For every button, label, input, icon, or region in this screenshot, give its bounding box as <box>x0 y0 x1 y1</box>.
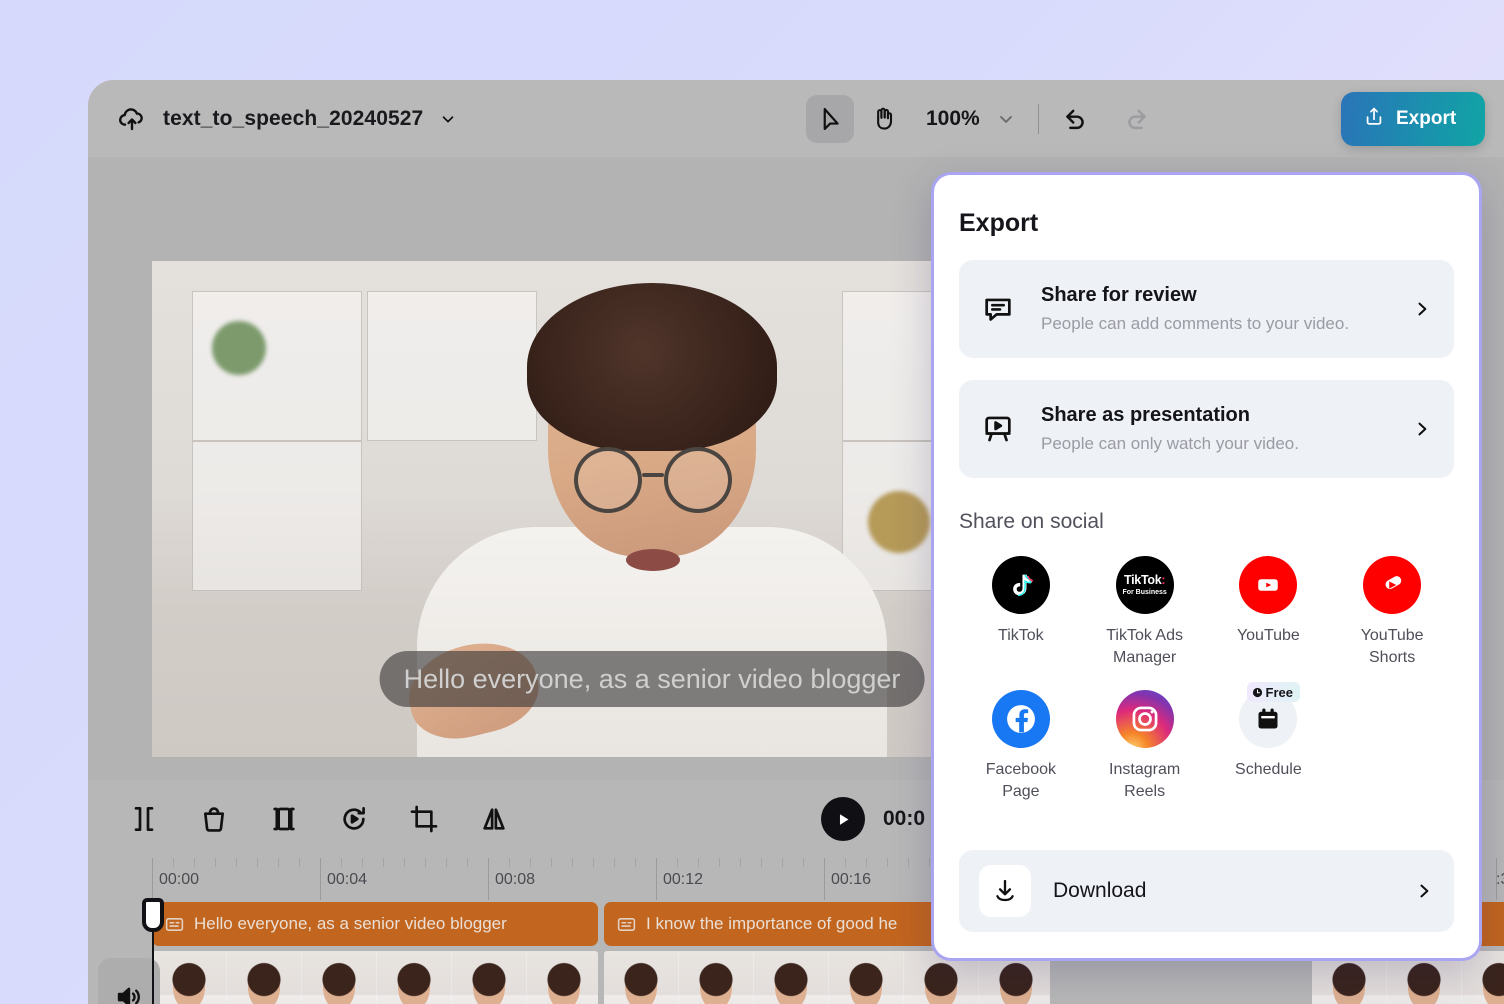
free-badge-label: Free <box>1265 684 1293 700</box>
flip-icon[interactable] <box>478 803 510 835</box>
tiktok-icon <box>991 556 1050 614</box>
download-option[interactable]: Download <box>959 850 1454 932</box>
chevron-down-icon[interactable] <box>439 110 457 128</box>
social-item-schedule[interactable]: Free Schedule <box>1207 682 1331 802</box>
social-item-youtube[interactable]: YouTube <box>1207 556 1331 668</box>
social-label: YouTube Shorts <box>1360 627 1424 666</box>
text-clip[interactable]: Hello everyone, as a senior video blogge… <box>152 902 598 946</box>
youtube-shorts-icon <box>1363 556 1422 614</box>
text-clip-label: I know the importance of good he <box>646 914 898 933</box>
download-icon <box>979 865 1031 917</box>
caption-icon <box>164 914 185 935</box>
crop-icon[interactable] <box>408 803 440 835</box>
option-title: Share for review <box>1041 284 1197 306</box>
chevron-down-icon[interactable] <box>996 109 1016 129</box>
export-button-label: Export <box>1396 107 1457 129</box>
social-item-tiktok[interactable]: TikTok <box>959 556 1083 668</box>
play-button[interactable] <box>821 797 865 841</box>
social-item-instagram-reels[interactable]: Instagram Reels <box>1083 690 1207 802</box>
hand-pan-icon[interactable] <box>860 95 908 143</box>
instagram-icon <box>1115 690 1174 749</box>
playhead-handle[interactable] <box>142 898 164 932</box>
chevron-right-icon[interactable] <box>1412 299 1432 319</box>
social-label: TikTok Ads Manager <box>1106 627 1183 666</box>
duplicate-icon[interactable] <box>268 803 300 835</box>
transport-controls: 00:0 <box>821 797 925 841</box>
chevron-right-icon[interactable] <box>1412 419 1432 439</box>
tiktok-ads-manager-icon: TikTok: For Business <box>1115 556 1174 614</box>
social-label: TikTok <box>998 627 1044 644</box>
social-item-facebook-page[interactable]: Facebook Page <box>959 690 1083 802</box>
social-label: Facebook Page <box>985 761 1056 800</box>
share-for-review-option[interactable]: Share for review People can add comments… <box>959 260 1454 358</box>
ruler-label: 00:16 <box>831 871 872 888</box>
ruler-label: 00:08 <box>495 871 536 888</box>
caption-icon <box>616 914 637 935</box>
ruler-label: :3 <box>1496 871 1504 888</box>
split-icon[interactable] <box>128 803 160 835</box>
share-on-social-heading: Share on social <box>959 510 1104 533</box>
canvas-tool-group: 100% <box>806 94 1151 143</box>
video-clip[interactable] <box>152 951 598 1004</box>
video-caption-overlay: Hello everyone, as a senior video blogge… <box>379 651 925 707</box>
social-label: Instagram Reels <box>1109 761 1181 800</box>
share-as-presentation-option[interactable]: Share as presentation People can only wa… <box>959 380 1454 478</box>
ruler-label: 00:00 <box>159 871 200 888</box>
free-badge: Free <box>1246 682 1300 703</box>
undo-icon[interactable] <box>1061 105 1089 133</box>
export-panel: Export Share for review People can add c… <box>931 172 1482 961</box>
option-subtitle: People can only watch your video. <box>1041 434 1299 453</box>
toolbar-divider <box>1037 103 1039 134</box>
delete-icon[interactable] <box>198 803 230 835</box>
chevron-right-icon[interactable] <box>1414 881 1434 901</box>
download-label: Download <box>1053 879 1147 902</box>
text-clip-label: Hello everyone, as a senior video blogge… <box>194 914 507 933</box>
share-upload-icon <box>1363 105 1385 133</box>
cloud-upload-icon <box>117 104 147 134</box>
option-subtitle: People can add comments to your video. <box>1041 314 1350 333</box>
edit-tool-list <box>128 803 510 835</box>
project-title-group[interactable]: text_to_speech_20240527 <box>117 104 457 134</box>
export-panel-title: Export <box>959 209 1039 237</box>
social-grid: TikTok TikTok: For Business TikTok Ads M… <box>959 556 1454 802</box>
comment-box-icon <box>981 292 1021 326</box>
zoom-level-value: 100% <box>926 106 980 130</box>
social-item-youtube-shorts[interactable]: YouTube Shorts <box>1330 556 1454 668</box>
social-label: Schedule <box>1235 761 1302 779</box>
project-title: text_to_speech_20240527 <box>163 106 424 130</box>
export-button[interactable]: Export <box>1341 91 1485 146</box>
social-item-tiktok-ads-manager[interactable]: TikTok: For Business TikTok Ads Manager <box>1083 556 1207 668</box>
youtube-icon <box>1239 556 1298 614</box>
rotate-icon[interactable] <box>338 803 370 835</box>
speaker-volume-icon <box>114 982 144 1004</box>
social-label: YouTube <box>1236 627 1300 644</box>
redo-icon[interactable] <box>1123 105 1151 133</box>
top-bar: text_to_speech_20240527 100% Export <box>88 80 1504 157</box>
clock-icon <box>1252 687 1263 698</box>
playhead[interactable] <box>142 898 164 1004</box>
time-display: 00:0 <box>883 807 926 830</box>
option-title: Share as presentation <box>1041 404 1250 426</box>
cursor-select-icon[interactable] <box>806 94 854 143</box>
track-volume-button[interactable] <box>98 958 160 1004</box>
ruler-label: 00:04 <box>327 871 368 888</box>
presentation-play-icon <box>981 412 1021 446</box>
facebook-icon <box>991 690 1050 749</box>
ruler-label: 00:12 <box>663 871 704 888</box>
